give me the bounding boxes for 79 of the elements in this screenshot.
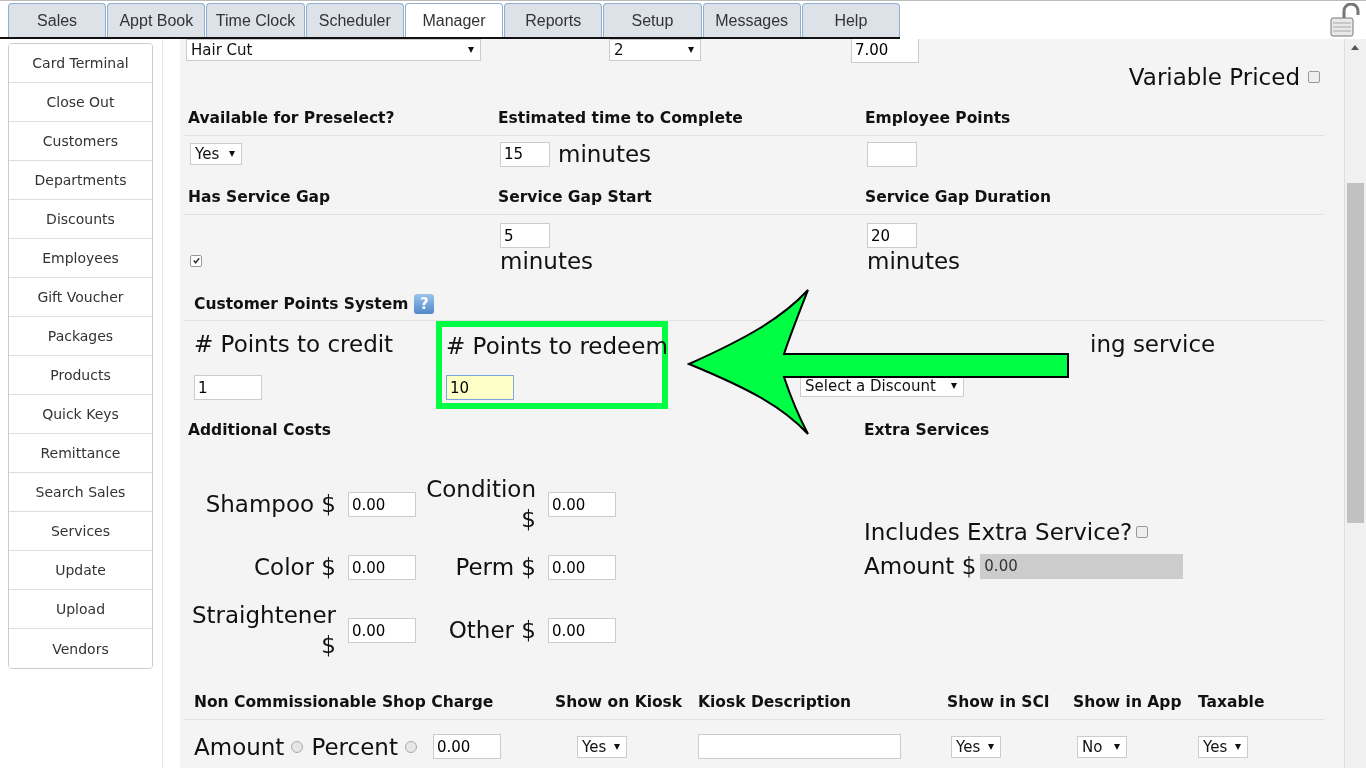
section-heading: Additional Costs: [188, 421, 332, 439]
unit-label: minutes: [558, 141, 652, 167]
cost-label: Straightener $: [190, 600, 336, 660]
section-heading: Service Gap Start: [498, 188, 653, 206]
employee-points-input[interactable]: [867, 141, 917, 167]
variable-priced-label: Variable Priced: [1128, 64, 1300, 90]
nav-tab[interactable]: Time Clock: [206, 3, 305, 37]
unit-label: minutes: [867, 248, 961, 274]
cost-input[interactable]: 0.00: [348, 492, 416, 518]
column-heading: Taxable: [1198, 692, 1266, 711]
section-heading: Has Service Gap: [188, 188, 332, 206]
taxable-select[interactable]: Yes: [1198, 735, 1248, 758]
column-heading: Show in App: [1073, 692, 1183, 711]
cost-label: Shampoo $: [204, 489, 336, 519]
scrollbar[interactable]: [1344, 39, 1366, 768]
kiosk-description-input[interactable]: [698, 734, 901, 760]
service-select[interactable]: Hair Cut: [186, 39, 481, 61]
cost-input[interactable]: 0.00: [548, 555, 616, 581]
unit-label: minutes: [500, 248, 594, 274]
points-input[interactable]: 1: [194, 375, 262, 400]
caret-icon: [1235, 743, 1241, 750]
radio-label: Percent: [311, 733, 398, 760]
padlock-icon[interactable]: [1330, 3, 1360, 37]
column-heading: Non Commissionable Shop Charge: [194, 692, 495, 711]
quantity-select[interactable]: 2: [609, 39, 701, 61]
points-input[interactable]: 10: [446, 375, 514, 400]
caret-icon: [688, 47, 694, 53]
column-heading: Show on Kiosk: [555, 692, 684, 711]
section-heading: Available for Preselect?: [188, 109, 396, 127]
sidebar-item[interactable]: Card Terminal: [9, 44, 152, 83]
service-gap-checkbox[interactable]: [190, 254, 202, 267]
extra-service-checkbox[interactable]: [1136, 526, 1149, 538]
nav-tab[interactable]: Help: [801, 3, 900, 37]
preselect-select[interactable]: Yes: [190, 143, 242, 165]
section-heading: Customer Points System: [194, 295, 409, 313]
nav-tab[interactable]: Sales: [8, 3, 107, 37]
radio-button[interactable]: [404, 740, 417, 753]
cost-label: Perm $: [454, 552, 536, 582]
charge-input[interactable]: 0.00: [432, 734, 501, 760]
amount-label: Amount $: [864, 553, 977, 579]
cost-input[interactable]: 0.00: [348, 618, 416, 644]
nav-tab[interactable]: Reports: [504, 3, 603, 37]
sci-select[interactable]: Yes: [951, 735, 1001, 758]
section-heading: Estimated time to Complete: [498, 109, 744, 127]
section-heading: Extra Services: [864, 421, 990, 439]
gap-duration-input[interactable]: 20: [867, 223, 917, 248]
caret-icon: [468, 47, 474, 53]
price-input[interactable]: 7.00: [851, 39, 919, 63]
radio-button[interactable]: [291, 740, 304, 753]
radio-label: Amount: [194, 733, 285, 760]
nav-tab[interactable]: Scheduler: [305, 3, 404, 37]
variable-priced-checkbox[interactable]: [1308, 71, 1320, 83]
scroll-up-icon[interactable]: [1351, 45, 1359, 50]
cost-input[interactable]: 0.00: [548, 618, 616, 644]
nav-tab[interactable]: Messages: [702, 3, 801, 37]
caret-icon: [229, 151, 235, 157]
column-heading: Kiosk Description: [698, 692, 853, 711]
nav-tab[interactable]: Appt Book: [107, 3, 206, 37]
section-heading: Employee Points: [865, 109, 1012, 127]
caret-icon: [614, 743, 620, 750]
cost-input[interactable]: 0.00: [548, 492, 616, 518]
cost-label: Other $: [447, 615, 536, 645]
nav-tab[interactable]: Setup: [603, 3, 702, 37]
kiosk-select[interactable]: Yes: [577, 735, 627, 758]
column-heading: Show in SCI: [947, 692, 1051, 711]
extra-service-label: Includes Extra Service?: [864, 519, 1133, 545]
gap-start-input[interactable]: 5: [500, 223, 550, 248]
cost-label: Condition $: [426, 475, 536, 534]
points-label: # Points to credit: [194, 331, 394, 357]
caret-icon: [988, 743, 994, 750]
scroll-thumb[interactable]: [1347, 183, 1364, 523]
cost-input[interactable]: 0.00: [348, 555, 416, 581]
caret-icon: [1114, 743, 1120, 750]
section-heading: Service Gap Duration: [865, 188, 1052, 206]
cost-label: Color $: [253, 552, 336, 582]
nav-tab[interactable]: Manager: [404, 3, 504, 37]
discount-label: ing service: [1090, 331, 1216, 357]
time-input[interactable]: 15: [500, 141, 550, 167]
app-select[interactable]: No: [1077, 735, 1127, 758]
